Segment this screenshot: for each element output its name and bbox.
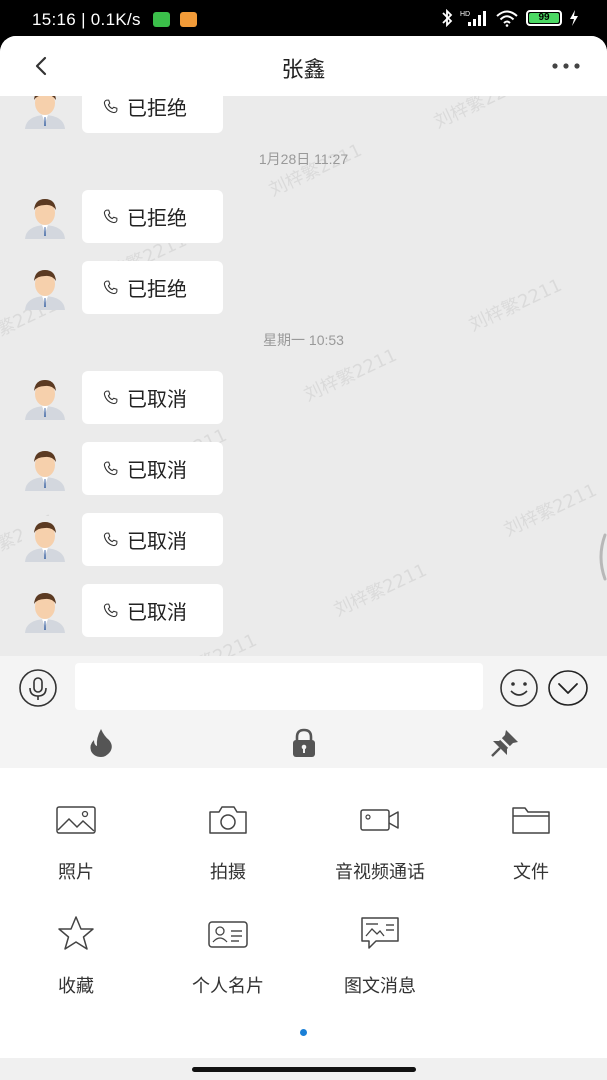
wechat-notification-icon (153, 12, 170, 27)
message-text: 已取消 (127, 600, 187, 624)
av-call-button[interactable]: 音视频通话 (320, 800, 440, 884)
message-timestamp: 1月28日 11:27 (258, 151, 349, 167)
photo-button[interactable]: 照片 (16, 800, 136, 884)
star-icon (58, 916, 94, 950)
title-bar: 张鑫 (0, 36, 607, 96)
watermark: 刘梓繁2211 (265, 139, 366, 201)
emoji-icon[interactable] (499, 668, 539, 708)
avatar[interactable] (22, 374, 68, 420)
bluetooth-icon (442, 9, 453, 27)
photo-label: 照片 (58, 862, 94, 883)
input-bar (0, 656, 607, 768)
watermark: 刘梓繁2211 (430, 96, 531, 133)
message-bubble[interactable]: 已拒绝 (82, 261, 223, 314)
message-bubble[interactable]: 已取消 (82, 513, 223, 566)
more-options-icon[interactable] (551, 60, 581, 72)
avatar[interactable] (22, 193, 68, 239)
avatar[interactable] (22, 445, 68, 491)
message-text: 已拒绝 (127, 206, 187, 230)
camera-button[interactable]: 拍摄 (168, 800, 288, 884)
file-label: 文件 (513, 862, 549, 883)
lock-icon[interactable] (287, 726, 321, 760)
avatar[interactable] (22, 96, 68, 129)
av-call-label: 音视频通话 (335, 862, 425, 883)
status-bar: 15:16 | 0.1K/s HD 99 (0, 0, 607, 38)
folder-icon (512, 807, 550, 834)
camera-icon (209, 806, 247, 834)
phone-icon (103, 99, 118, 114)
home-indicator[interactable] (192, 1067, 416, 1072)
file-button[interactable]: 文件 (471, 800, 591, 884)
quick-tools (0, 724, 607, 764)
wifi-icon (496, 10, 518, 27)
rich-message-label: 图文消息 (344, 976, 416, 997)
message-timestamp: 星期一 10:53 (263, 332, 344, 348)
status-right: HD 99 (441, 9, 579, 27)
video-call-icon (360, 809, 399, 831)
message-input[interactable] (75, 663, 483, 710)
favorites-label: 收藏 (58, 976, 94, 997)
status-time: 15:16 | 0.1K/s (32, 10, 141, 29)
charging-icon (570, 10, 578, 26)
phone-icon (103, 532, 118, 547)
watermark: 刘梓繁2211 (500, 479, 601, 541)
rich-message-icon (361, 917, 399, 949)
collapse-panel-icon[interactable] (547, 668, 589, 708)
contact-name: 张鑫 (281, 58, 326, 83)
watermark: 刘梓繁2211 (465, 274, 566, 336)
contact-card-label: 个人名片 (192, 976, 264, 997)
attachment-panel: 照片 拍摄 音视频通话 文件 收藏 个人名片 图文消息 (0, 768, 607, 1058)
page-indicator-dot (300, 1029, 307, 1036)
signal-icon: HD (460, 11, 486, 26)
message-bubble[interactable]: 已取消 (82, 442, 223, 495)
app-notification-icon (180, 12, 197, 27)
avatar[interactable] (22, 516, 68, 562)
message-text: 已拒绝 (127, 277, 187, 301)
battery-level: 99 (529, 13, 559, 23)
image-icon (56, 806, 96, 834)
network-label: HD (460, 11, 470, 18)
phone-icon (103, 280, 118, 295)
phone-icon (103, 390, 118, 405)
avatar[interactable] (22, 587, 68, 633)
contact-card-button[interactable]: 个人名片 (168, 914, 288, 998)
message-text: 已取消 (127, 387, 187, 411)
message-text: 已取消 (127, 529, 187, 553)
pin-off-icon[interactable] (488, 726, 522, 760)
message-text: 已取消 (127, 458, 187, 482)
battery-icon: 99 (526, 10, 562, 26)
side-drawer-handle[interactable] (595, 533, 607, 581)
phone-icon (103, 209, 118, 224)
voice-input-icon[interactable] (18, 668, 58, 708)
phone-icon (103, 461, 118, 476)
message-bubble[interactable]: 已取消 (82, 584, 223, 637)
watermark: 刘梓繁2211 (330, 559, 431, 621)
watermark: 刘梓繁2211 (300, 344, 401, 406)
camera-label: 拍摄 (210, 862, 246, 883)
gesture-nav-area (0, 1058, 607, 1080)
message-bubble[interactable]: 已拒绝 (82, 190, 223, 243)
message-list[interactable]: 刘梓繁2211 刘梓繁2211 刘梓繁2211 刘梓繁2211 刘梓繁2211 … (0, 96, 607, 656)
avatar[interactable] (22, 264, 68, 310)
message-bubble[interactable]: 已取消 (82, 371, 223, 424)
chat-screen: 张鑫 刘梓繁2211 刘梓繁2211 刘梓繁2211 刘梓繁2211 刘梓繁22… (0, 36, 607, 1080)
flame-icon[interactable] (84, 726, 118, 760)
rich-message-button[interactable]: 图文消息 (320, 914, 440, 998)
message-bubble[interactable]: 已拒绝 (82, 96, 223, 133)
message-text: 已拒绝 (127, 96, 187, 120)
contact-card-icon (208, 921, 248, 948)
phone-icon (103, 603, 118, 618)
favorites-button[interactable]: 收藏 (16, 914, 136, 998)
